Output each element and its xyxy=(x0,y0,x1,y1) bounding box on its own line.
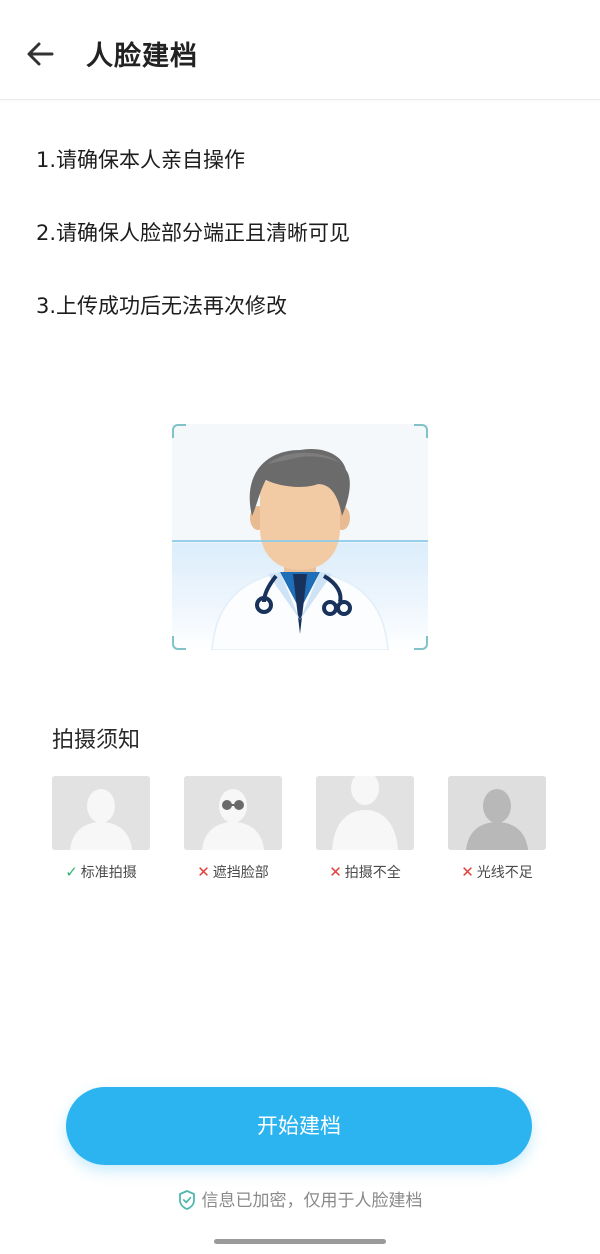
sample-caption: ✕ 遮挡脸部 xyxy=(184,862,282,882)
doctor-avatar-icon xyxy=(211,448,389,650)
standard-person-icon xyxy=(52,776,150,850)
sample-thumbnail xyxy=(448,776,546,850)
sample-label: 标准拍摄 xyxy=(80,865,137,881)
check-icon: ✓ xyxy=(65,863,78,881)
sample-label: 光线不足 xyxy=(476,865,533,881)
sample-thumbnail xyxy=(184,776,282,850)
sample-item: ✕ 拍摄不全 xyxy=(316,776,414,882)
arrow-left-icon xyxy=(27,42,54,66)
home-indicator[interactable] xyxy=(214,1239,386,1244)
instruction-item: 2.请确保人脸部分端正且清晰可见 xyxy=(36,221,351,245)
instruction-list: 1.请确保本人亲自操作 2.请确保人脸部分端正且清晰可见 3.上传成功后无法再次… xyxy=(36,142,350,361)
back-button[interactable] xyxy=(22,36,58,72)
frame-corner xyxy=(172,424,186,438)
cross-icon: ✕ xyxy=(329,863,342,881)
instruction-item: 1.请确保本人亲自操作 xyxy=(36,148,246,172)
sample-list: ✓ 标准拍摄 ✕ 遮挡脸部 ✕ 拍摄不全 ✕ 光线不足 xyxy=(52,776,546,886)
instruction-item: 3.上传成功后无法再次修改 xyxy=(36,294,288,318)
sample-label: 拍摄不全 xyxy=(344,865,401,881)
page-title: 人脸建档 xyxy=(86,41,198,72)
frame-corner xyxy=(414,636,428,650)
dim-light-person-icon xyxy=(448,776,546,850)
top-bar: 人脸建档 xyxy=(0,0,600,100)
sample-thumbnail xyxy=(316,776,414,850)
sample-item: ✕ 光线不足 xyxy=(448,776,546,882)
start-archive-button[interactable]: 开始建档 xyxy=(66,1087,532,1165)
frame-corner xyxy=(172,636,186,650)
frame-corner xyxy=(414,424,428,438)
cross-icon: ✕ xyxy=(461,863,474,881)
sample-thumbnail xyxy=(52,776,150,850)
sample-label: 遮挡脸部 xyxy=(212,865,269,881)
notice-title: 拍摄须知 xyxy=(52,728,141,753)
face-scan-frame xyxy=(172,424,428,650)
sample-caption: ✓ 标准拍摄 xyxy=(52,862,150,882)
sample-caption: ✕ 光线不足 xyxy=(448,862,546,882)
face-covered-person-icon xyxy=(184,776,282,850)
shield-check-icon xyxy=(178,1190,195,1210)
sample-item: ✓ 标准拍摄 xyxy=(52,776,150,882)
incomplete-person-icon xyxy=(316,776,414,850)
privacy-note: 信息已加密，仅用于人脸建档 xyxy=(0,1186,600,1211)
sample-caption: ✕ 拍摄不全 xyxy=(316,862,414,882)
cross-icon: ✕ xyxy=(197,863,210,881)
privacy-text: 信息已加密，仅用于人脸建档 xyxy=(201,1191,423,1211)
sample-item: ✕ 遮挡脸部 xyxy=(184,776,282,882)
scan-line xyxy=(172,540,428,542)
